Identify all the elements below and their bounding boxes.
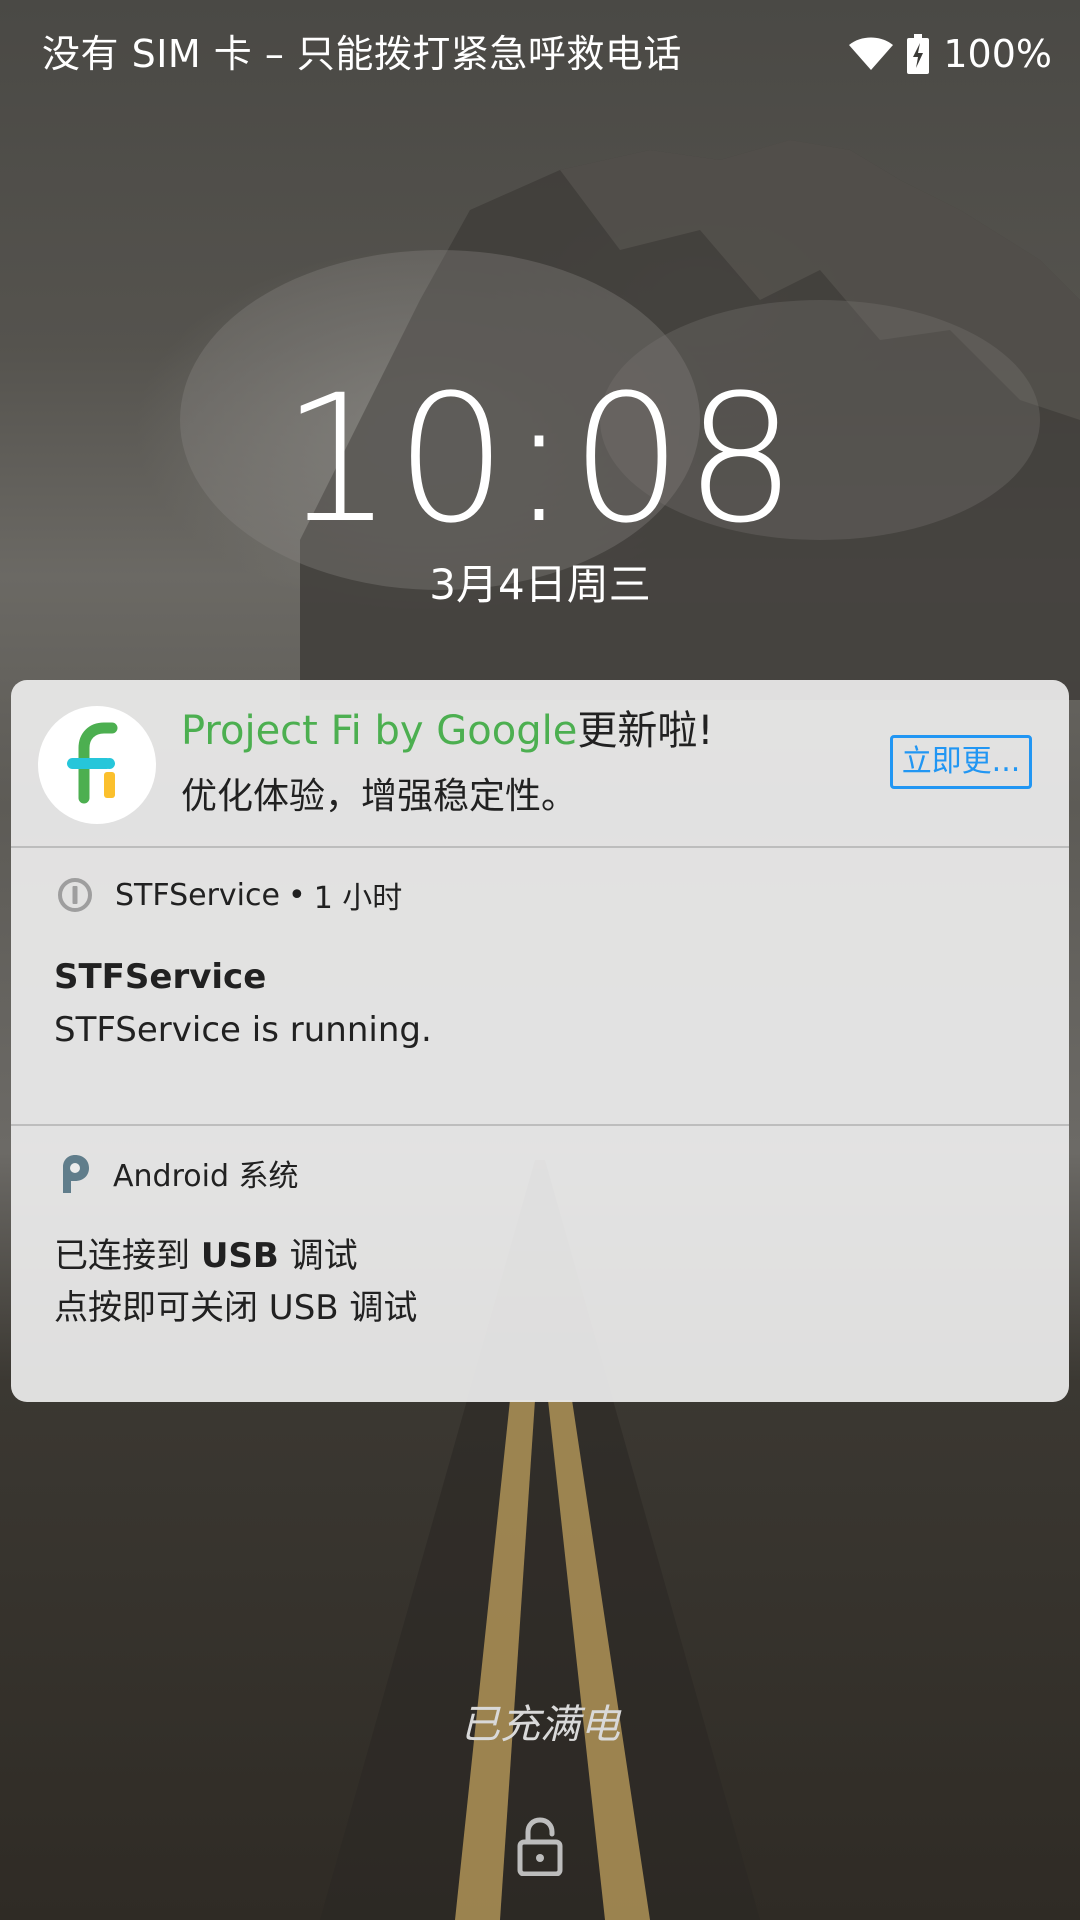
stf-app-header: STFService • 1 小时 (57, 870, 402, 920)
usb-debug-text: 点按即可关闭 USB 调试 (54, 1288, 418, 1328)
usb-title-prefix: 已连接到 (54, 1236, 201, 1276)
battery-percent: 100% (943, 32, 1052, 76)
stf-notification-title: STFService (54, 957, 267, 997)
lockscreen-date: 3月4日周三 (429, 560, 651, 609)
stf-notification-text: STFService is running. (54, 1010, 432, 1050)
fi-title-app: Project Fi by Google (181, 708, 578, 754)
charging-status-text: 已充满电 (460, 1702, 620, 1748)
fi-notification-body: 优化体验，增强稳定性。 (181, 776, 578, 817)
stf-app-name: STFService (115, 877, 280, 913)
android-p-icon (63, 1155, 89, 1193)
fi-notification-title: Project Fi by Google更新啦! (181, 702, 713, 760)
lock-screen: 没有 SIM 卡 – 只能拨打紧急呼救电话 100% 10:08 3月4日周三 (0, 0, 1080, 1920)
usb-debug-title: 已连接到 USB 调试 (54, 1230, 358, 1282)
carrier-status-text: 没有 SIM 卡 – 只能拨打紧急呼救电话 (42, 32, 682, 76)
notification-stfservice[interactable]: STFService • 1 小时 STFService STFService … (11, 848, 1069, 1124)
wifi-icon (849, 37, 894, 70)
android-app-name: Android 系统 (113, 1159, 299, 1194)
project-fi-icon (38, 706, 156, 824)
notification-android-system[interactable]: Android 系统 已连接到 USB 调试 点按即可关闭 USB 调试 (11, 1126, 1069, 1402)
notification-project-fi[interactable]: Project Fi by Google更新啦! 优化体验，增强稳定性。 立即更… (11, 680, 1069, 846)
usb-title-bold: USB (200, 1236, 279, 1276)
android-app-header: Android 系统 (57, 1148, 299, 1198)
lockscreen-clock: 10:08 (281, 357, 799, 562)
notification-panel: Project Fi by Google更新啦! 优化体验，增强稳定性。 立即更… (11, 680, 1069, 1402)
stf-time-ago: 1 小时 (313, 881, 403, 916)
stf-separator: • (287, 877, 306, 913)
status-bar: 没有 SIM 卡 – 只能拨打紧急呼救电话 100% (0, 0, 1080, 108)
info-icon (58, 878, 92, 912)
lock-open-icon[interactable] (516, 1816, 564, 1876)
update-now-button[interactable]: 立即更... (890, 735, 1032, 789)
battery-charging-icon (907, 34, 930, 74)
fi-title-suffix: 更新啦! (577, 708, 714, 754)
status-icons: 100% (849, 26, 1052, 82)
usb-title-suffix: 调试 (278, 1236, 358, 1276)
